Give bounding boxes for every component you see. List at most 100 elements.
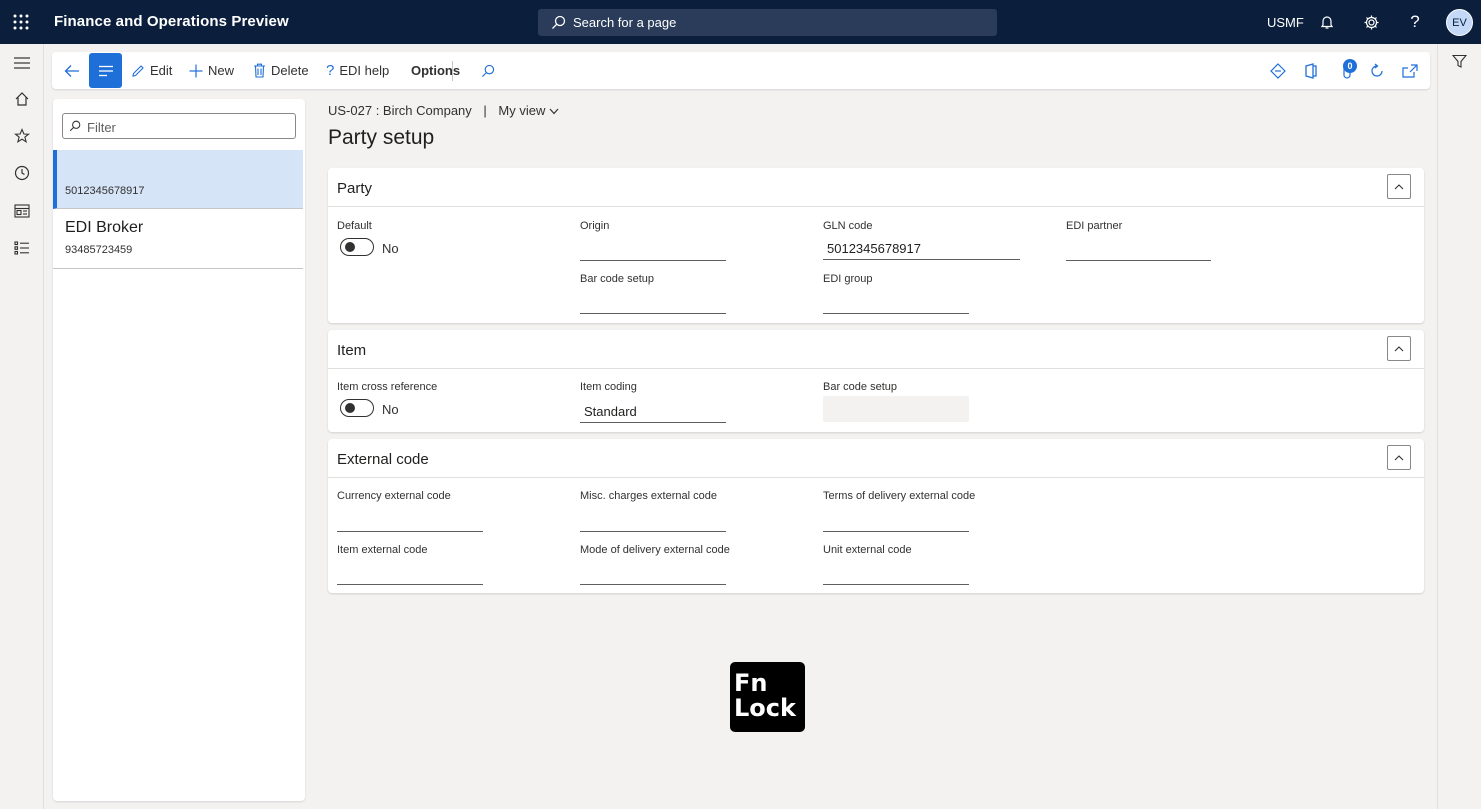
breadcrumb-separator: | [483, 103, 487, 118]
collapse-party-button[interactable] [1387, 174, 1411, 199]
party-header[interactable]: Party [328, 168, 1424, 207]
mode-of-delivery-external-code-field[interactable] [580, 561, 726, 585]
avatar[interactable]: EV [1446, 9, 1473, 36]
list-view-toggle-button[interactable] [89, 53, 122, 88]
edit-button[interactable]: Edit [131, 52, 172, 89]
item-cross-reference-label: Item cross reference [337, 381, 438, 393]
unit-external-code-field[interactable] [823, 561, 969, 585]
bell-icon[interactable] [1318, 13, 1336, 31]
unit-external-code-label: Unit external code [823, 544, 912, 556]
item-cross-reference-toggle[interactable] [340, 399, 374, 417]
external-code-title: External code [337, 451, 429, 468]
view-selector[interactable]: My view [498, 103, 559, 118]
bar-code-setup-field[interactable] [580, 290, 726, 314]
edi-partner-field[interactable] [1066, 237, 1211, 261]
page-title: Party setup [328, 126, 435, 149]
new-button[interactable]: New [189, 52, 234, 89]
collapse-external-code-button[interactable] [1387, 445, 1411, 470]
origin-label: Origin [580, 220, 610, 232]
trash-icon [254, 63, 265, 78]
breadcrumb-record: US-027 : Birch Company [328, 103, 472, 118]
modules-list-icon[interactable] [12, 238, 32, 258]
search-placeholder: Search for a page [573, 15, 677, 30]
misc-charges-external-code-field[interactable] [580, 508, 726, 532]
navigation-pane [0, 44, 44, 809]
list-item-title: EDI Broker [65, 219, 144, 236]
list-item[interactable]: EDI Broker 93485723459 [53, 209, 303, 269]
action-search-icon[interactable] [481, 52, 500, 89]
origin-field[interactable] [580, 237, 726, 261]
collapse-item-button[interactable] [1387, 336, 1411, 361]
gln-code-field[interactable]: 5012345678917 [823, 236, 1020, 260]
favorites-star-icon[interactable] [12, 126, 32, 146]
plus-icon [189, 64, 203, 77]
company-picker[interactable]: USMF [1267, 15, 1304, 30]
party-fasttab: Party Default No Origin GLN code 5012345… [328, 168, 1424, 323]
edi-group-label: EDI group [823, 273, 873, 285]
external-code-header[interactable]: External code [328, 439, 1424, 478]
delete-label: Delete [271, 63, 309, 78]
default-toggle[interactable] [340, 238, 374, 256]
breadcrumb: US-027 : Birch Company | My view [328, 103, 559, 118]
terms-of-delivery-external-code-field[interactable] [823, 508, 969, 532]
filter-input[interactable]: Filter [62, 113, 296, 139]
terms-of-delivery-external-code-label: Terms of delivery external code [823, 490, 976, 502]
app-title[interactable]: Finance and Operations Preview [54, 13, 289, 30]
view-label: My view [498, 103, 546, 118]
list-item-subtitle: 93485723459 [65, 244, 133, 256]
home-icon[interactable] [12, 89, 32, 109]
item-fasttab: Item Item cross reference No Item coding… [328, 330, 1424, 432]
back-button[interactable] [64, 52, 85, 89]
help-icon[interactable]: ? [1406, 12, 1424, 31]
lock-text: Lock [734, 694, 796, 722]
edi-help-button[interactable]: ? EDI help [326, 52, 389, 89]
options-tab[interactable]: Options [411, 52, 460, 89]
item-bar-code-setup-field [823, 396, 969, 422]
chevron-up-icon [1394, 345, 1404, 351]
recent-clock-icon[interactable] [12, 163, 32, 183]
item-coding-label: Item coding [580, 381, 637, 393]
gln-code-label: GLN code [823, 220, 873, 232]
item-coding-field[interactable]: Standard [580, 399, 726, 423]
gear-icon[interactable] [1362, 13, 1380, 31]
workspaces-icon[interactable] [12, 201, 32, 221]
chevron-up-icon [1394, 454, 1404, 460]
edit-label: Edit [150, 63, 173, 78]
app-launcher-icon[interactable] [12, 13, 30, 31]
search-icon [551, 15, 566, 33]
filter-placeholder: Filter [87, 120, 116, 135]
open-new-window-icon[interactable] [1401, 62, 1419, 80]
currency-external-code-label: Currency external code [337, 490, 451, 502]
pencil-icon [132, 64, 144, 77]
record-list-panel: Filter 5012345678917 EDI Broker 93485723… [53, 99, 305, 801]
mode-of-delivery-external-code-label: Mode of delivery external code [580, 544, 730, 556]
item-header[interactable]: Item [328, 330, 1424, 369]
delete-button[interactable]: Delete [253, 52, 309, 89]
item-bar-code-setup-label: Bar code setup [823, 381, 897, 393]
item-cross-reference-text: No [382, 402, 399, 417]
fn-text: Fn [734, 669, 768, 697]
hamburger-menu-icon[interactable] [12, 53, 32, 73]
item-external-code-field[interactable] [337, 561, 483, 585]
filter-funnel-icon[interactable] [1451, 54, 1468, 72]
bar-code-setup-label: Bar code setup [580, 273, 654, 285]
search-icon [69, 120, 81, 135]
new-label: New [208, 63, 235, 78]
external-code-fasttab: External code Currency external code Mis… [328, 439, 1424, 593]
chevron-down-icon [549, 108, 559, 115]
list-item-subtitle: 5012345678917 [65, 185, 145, 197]
refresh-icon[interactable] [1368, 62, 1386, 80]
party-title: Party [337, 180, 373, 197]
question-icon: ? [326, 62, 335, 79]
top-bar: Finance and Operations Preview Search fo… [0, 0, 1481, 44]
related-info-pane [1437, 44, 1481, 809]
edi-group-field[interactable] [823, 290, 969, 314]
fn-lock-indicator: Fn Lock [730, 662, 805, 732]
misc-charges-external-code-label: Misc. charges external code [580, 490, 717, 502]
office-icon[interactable] [1302, 62, 1320, 80]
list-item[interactable]: 5012345678917 [53, 150, 303, 209]
currency-external-code-field[interactable] [337, 508, 483, 532]
diamond-icon[interactable] [1269, 62, 1287, 80]
page-search-input[interactable]: Search for a page [538, 9, 997, 36]
item-title: Item [337, 342, 367, 359]
